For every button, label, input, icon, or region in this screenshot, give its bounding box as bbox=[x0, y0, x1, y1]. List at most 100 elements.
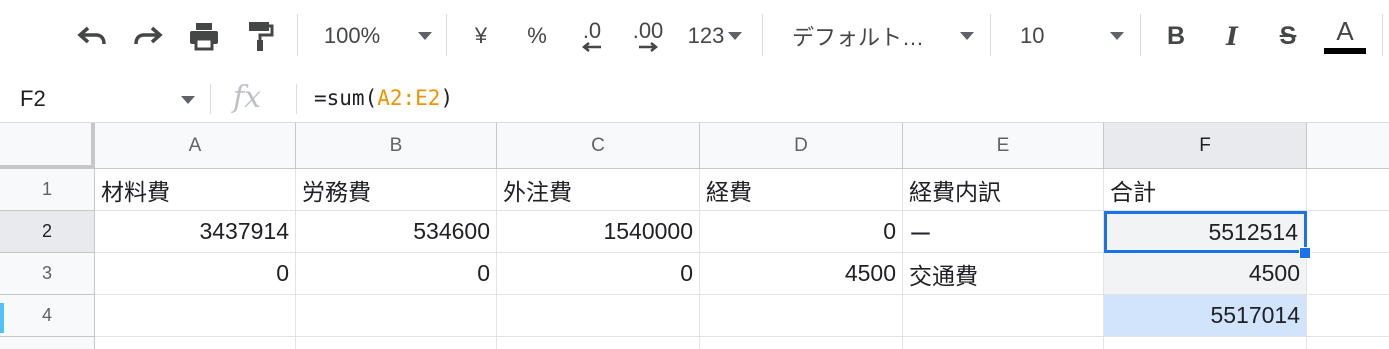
toolbar-divider bbox=[1140, 14, 1141, 56]
column-header-a[interactable]: A bbox=[95, 123, 296, 169]
chevron-down-icon bbox=[960, 32, 974, 40]
cell-c1[interactable]: 外注費 bbox=[497, 169, 700, 211]
formula-divider bbox=[210, 84, 211, 114]
currency-label: ¥ bbox=[474, 23, 488, 48]
toolbar: 100% ¥ % .0 .00 123 デフォルト… 10 B I S A bbox=[0, 0, 1389, 77]
fill-handle[interactable] bbox=[1299, 247, 1311, 259]
print-icon[interactable] bbox=[184, 18, 224, 54]
cell-e5[interactable] bbox=[903, 337, 1104, 349]
arrow-left-icon bbox=[581, 42, 601, 52]
column-header-d[interactable]: D bbox=[700, 123, 903, 169]
formula-divider bbox=[296, 84, 297, 114]
cell-a1[interactable]: 材料費 bbox=[95, 169, 296, 211]
toolbar-divider bbox=[446, 14, 447, 56]
formula-input[interactable]: =sum(A2:E2) bbox=[314, 86, 453, 110]
column-header-g[interactable] bbox=[1307, 123, 1389, 169]
cell-d1[interactable]: 経費 bbox=[700, 169, 903, 211]
column-header-e[interactable]: E bbox=[903, 123, 1104, 169]
row-header-3[interactable]: 3 bbox=[0, 253, 95, 295]
cell-d4[interactable] bbox=[700, 295, 903, 337]
percent-label: % bbox=[527, 23, 547, 48]
toolbar-divider bbox=[990, 14, 991, 56]
decrease-decimal-button[interactable]: .0 bbox=[570, 18, 614, 54]
chevron-down-icon[interactable] bbox=[181, 96, 195, 104]
formula-range-ref: A2:E2 bbox=[377, 86, 441, 110]
zoom-select[interactable]: 100% bbox=[318, 18, 438, 54]
cell-b2[interactable]: 534600 bbox=[296, 211, 497, 253]
text-color-swatch bbox=[1324, 48, 1366, 54]
row-resize-indicator bbox=[0, 303, 4, 333]
cell-c2[interactable]: 1540000 bbox=[497, 211, 700, 253]
cell-c4[interactable] bbox=[497, 295, 700, 337]
cell-f2-active[interactable]: 5512514 bbox=[1104, 211, 1307, 253]
cell-c3[interactable]: 0 bbox=[497, 253, 700, 295]
cell-g4[interactable] bbox=[1307, 295, 1389, 337]
undo-icon[interactable] bbox=[72, 18, 112, 54]
currency-button[interactable]: ¥ bbox=[466, 18, 496, 54]
row-header-4[interactable]: 4 bbox=[0, 295, 95, 337]
formula-suffix: ) bbox=[440, 86, 454, 110]
italic-icon: I bbox=[1226, 21, 1238, 51]
cell-d2[interactable]: 0 bbox=[700, 211, 903, 253]
text-color-button[interactable]: A bbox=[1322, 18, 1368, 54]
formula-prefix: =sum( bbox=[314, 86, 378, 110]
cell-g3[interactable] bbox=[1307, 253, 1389, 295]
paint-format-icon[interactable] bbox=[240, 18, 280, 54]
cell-b1[interactable]: 労務費 bbox=[296, 169, 497, 211]
decrease-decimal-label: .0 bbox=[582, 18, 602, 43]
cell-g2[interactable] bbox=[1307, 211, 1389, 253]
cell-d5[interactable] bbox=[700, 337, 903, 349]
chevron-down-icon bbox=[418, 32, 433, 40]
font-size-select[interactable]: 10 bbox=[1020, 18, 1124, 54]
font-size-value: 10 bbox=[1020, 23, 1045, 48]
increase-decimal-label: .00 bbox=[632, 18, 664, 43]
cell-f1[interactable]: 合計 bbox=[1104, 169, 1307, 211]
cell-a3[interactable]: 0 bbox=[95, 253, 296, 295]
more-formats-label: 123 bbox=[687, 23, 725, 48]
more-formats-button[interactable]: 123 bbox=[684, 18, 746, 54]
font-family-value: デフォルト… bbox=[792, 25, 925, 50]
cell-f3[interactable]: 4500 bbox=[1104, 253, 1307, 295]
cell-a4[interactable] bbox=[95, 295, 296, 337]
cell-a5[interactable] bbox=[95, 337, 296, 349]
cell-e3[interactable]: 交通費 bbox=[903, 253, 1104, 295]
row-header-5[interactable] bbox=[0, 337, 95, 349]
bold-icon: B bbox=[1166, 21, 1186, 50]
cell-a2[interactable]: 3437914 bbox=[95, 211, 296, 253]
cell-d3[interactable]: 4500 bbox=[700, 253, 903, 295]
strikethrough-icon: S bbox=[1279, 21, 1297, 50]
cell-g1[interactable] bbox=[1307, 169, 1389, 211]
function-icon: fx bbox=[233, 80, 262, 115]
row-header-1[interactable]: 1 bbox=[0, 169, 95, 211]
row-header-2[interactable]: 2 bbox=[0, 211, 95, 253]
chevron-down-icon bbox=[728, 32, 743, 40]
select-all-corner[interactable] bbox=[0, 123, 95, 169]
zoom-value: 100% bbox=[323, 23, 381, 48]
cell-e4[interactable] bbox=[903, 295, 1104, 337]
cell-f4[interactable]: 5517014 bbox=[1104, 295, 1307, 337]
column-header-c[interactable]: C bbox=[497, 123, 700, 169]
toolbar-divider bbox=[297, 14, 298, 56]
strikethrough-button[interactable]: S bbox=[1272, 18, 1304, 54]
font-family-select[interactable]: デフォルト… bbox=[792, 18, 974, 54]
cell-e1[interactable]: 経費内訳 bbox=[903, 169, 1104, 211]
column-header-f[interactable]: F bbox=[1104, 123, 1307, 169]
cell-b3[interactable]: 0 bbox=[296, 253, 497, 295]
cell-c5[interactable] bbox=[497, 337, 700, 349]
percent-button[interactable]: % bbox=[522, 18, 552, 54]
bold-button[interactable]: B bbox=[1160, 18, 1192, 54]
toolbar-divider bbox=[762, 14, 763, 56]
formula-bar: F2 fx =sum(A2:E2) bbox=[0, 76, 1389, 123]
redo-icon[interactable] bbox=[128, 18, 168, 54]
name-box[interactable]: F2 bbox=[20, 86, 46, 112]
toolbar-divider bbox=[1382, 14, 1383, 56]
text-color-icon: A bbox=[1336, 16, 1354, 46]
cell-b5[interactable] bbox=[296, 337, 497, 349]
cell-b4[interactable] bbox=[296, 295, 497, 337]
column-header-b[interactable]: B bbox=[296, 123, 497, 169]
arrow-right-icon bbox=[639, 42, 659, 52]
cell-f5[interactable] bbox=[1104, 337, 1307, 349]
italic-button[interactable]: I bbox=[1216, 18, 1248, 54]
cell-e2[interactable]: ー bbox=[903, 211, 1104, 253]
increase-decimal-button[interactable]: .00 bbox=[626, 18, 670, 54]
